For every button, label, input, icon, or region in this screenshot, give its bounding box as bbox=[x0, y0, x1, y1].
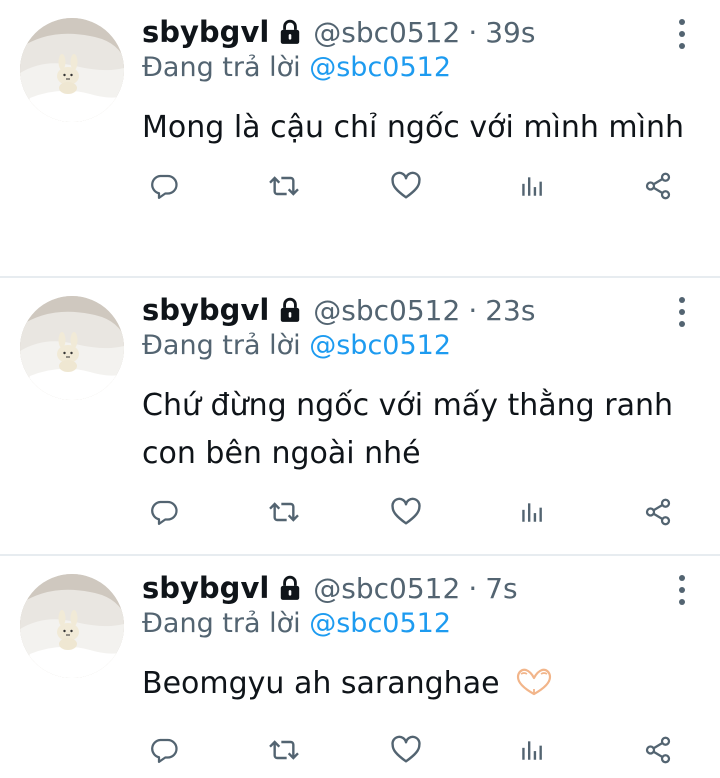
tweet-text-container: Beomgyu ah saranghae bbox=[142, 660, 692, 712]
display-name[interactable]: sbybgvl bbox=[142, 293, 269, 327]
reply-icon[interactable] bbox=[142, 164, 186, 208]
share-icon[interactable] bbox=[636, 164, 680, 208]
share-icon[interactable] bbox=[636, 728, 680, 772]
timestamp[interactable]: 39s bbox=[485, 16, 535, 49]
views-bar-chart-icon[interactable] bbox=[510, 490, 554, 534]
tweet-header: sbybgvl @sbc0512 · 7s bbox=[142, 566, 518, 610]
display-name[interactable]: sbybgvl bbox=[142, 571, 269, 605]
lock-icon bbox=[277, 19, 303, 45]
replying-mention-link[interactable]: @sbc0512 bbox=[309, 330, 451, 361]
tweet-header: sbybgvl @sbc0512 · 23s bbox=[142, 288, 535, 332]
replying-mention-link[interactable]: @sbc0512 bbox=[309, 52, 451, 83]
separator-dot: · bbox=[468, 571, 478, 605]
replying-label: Đang trả lời bbox=[142, 52, 301, 83]
heart-icon[interactable] bbox=[384, 728, 428, 772]
reply-icon[interactable] bbox=[142, 490, 186, 534]
tweet[interactable]: sbybgvl @sbc0512 · 23s Đang trả lời @sbc… bbox=[0, 278, 720, 556]
retweet-icon[interactable] bbox=[262, 728, 306, 772]
tweet-text: Beomgyu ah saranghae bbox=[142, 666, 500, 701]
user-handle[interactable]: @sbc0512 bbox=[313, 16, 460, 49]
more-vertical-icon[interactable] bbox=[672, 570, 692, 610]
user-handle[interactable]: @sbc0512 bbox=[313, 572, 460, 605]
more-vertical-icon[interactable] bbox=[672, 14, 692, 54]
views-bar-chart-icon[interactable] bbox=[510, 164, 554, 208]
avatar[interactable] bbox=[20, 18, 124, 122]
avatar-image bbox=[20, 296, 124, 400]
more-vertical-icon[interactable] bbox=[672, 292, 692, 332]
tweet-text: Mong là cậu chỉ ngốc với mình mình bbox=[142, 110, 685, 145]
action-bar bbox=[142, 490, 682, 534]
separator-dot: · bbox=[468, 293, 478, 327]
tweet-feed: sbybgvl @sbc0512 · 39s Đang trả lời @sbc… bbox=[0, 0, 720, 778]
avatar-image bbox=[20, 18, 124, 122]
replying-label: Đang trả lời bbox=[142, 608, 301, 639]
avatar[interactable] bbox=[20, 296, 124, 400]
heart-hands-emoji-icon bbox=[515, 664, 553, 712]
timestamp[interactable]: 23s bbox=[485, 294, 535, 327]
tweet[interactable]: sbybgvl @sbc0512 · 39s Đang trả lời @sbc… bbox=[0, 0, 720, 278]
avatar-image bbox=[20, 574, 124, 678]
display-name[interactable]: sbybgvl bbox=[142, 15, 269, 49]
replying-to: Đang trả lời @sbc0512 bbox=[142, 608, 451, 639]
share-icon[interactable] bbox=[636, 490, 680, 534]
action-bar bbox=[142, 728, 682, 772]
user-handle[interactable]: @sbc0512 bbox=[313, 294, 460, 327]
retweet-icon[interactable] bbox=[262, 490, 306, 534]
retweet-icon[interactable] bbox=[262, 164, 306, 208]
tweet[interactable]: sbybgvl @sbc0512 · 7s Đang trả lời @sbc0… bbox=[0, 556, 720, 778]
avatar[interactable] bbox=[20, 574, 124, 678]
replying-to: Đang trả lời @sbc0512 bbox=[142, 52, 451, 83]
replying-to: Đang trả lời @sbc0512 bbox=[142, 330, 451, 361]
heart-icon[interactable] bbox=[384, 164, 428, 208]
action-bar bbox=[142, 164, 682, 208]
lock-icon bbox=[277, 297, 303, 323]
separator-dot: · bbox=[468, 15, 478, 49]
tweet-header: sbybgvl @sbc0512 · 39s bbox=[142, 10, 535, 54]
replying-label: Đang trả lời bbox=[142, 330, 301, 361]
lock-icon bbox=[277, 575, 303, 601]
timestamp[interactable]: 7s bbox=[485, 572, 517, 605]
views-bar-chart-icon[interactable] bbox=[510, 728, 554, 772]
replying-mention-link[interactable]: @sbc0512 bbox=[309, 608, 451, 639]
heart-icon[interactable] bbox=[384, 490, 428, 534]
reply-icon[interactable] bbox=[142, 728, 186, 772]
tweet-text: Chứ đừng ngốc với mấy thằng ranh con bên… bbox=[142, 388, 673, 471]
